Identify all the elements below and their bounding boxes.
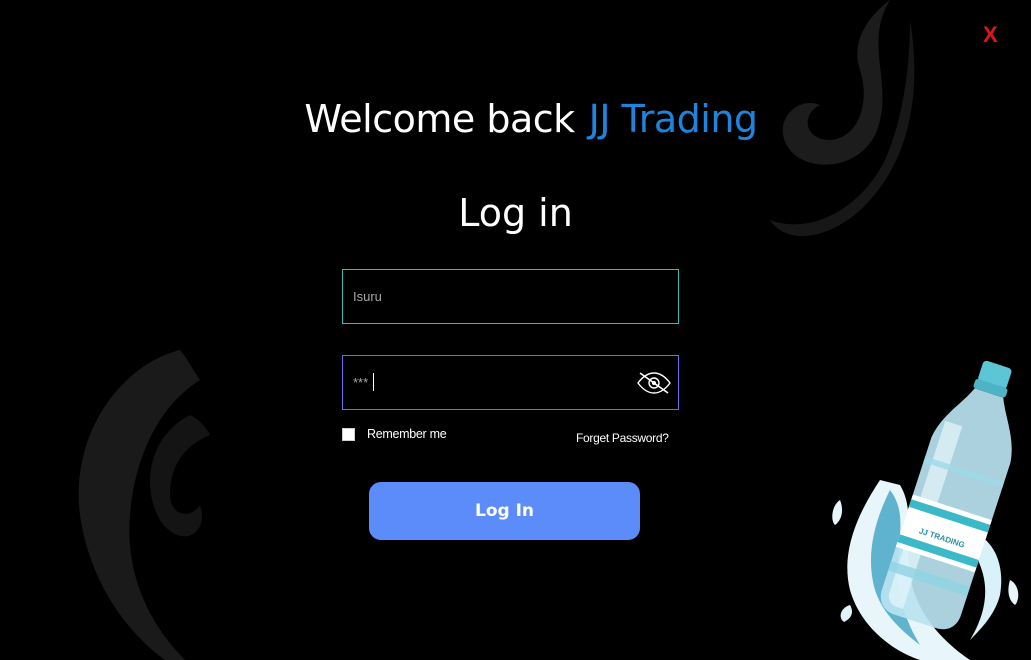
close-button[interactable]: X (983, 22, 998, 48)
welcome-heading: Welcome back JJ Trading (0, 96, 1031, 142)
remember-me-checkbox[interactable] (342, 427, 355, 441)
brand-name: JJ Trading (588, 97, 758, 141)
text-caret (373, 373, 374, 391)
login-button[interactable]: Log In (369, 482, 640, 540)
water-bottle-illustration: JJ TRADING (832, 360, 1019, 660)
username-field[interactable] (342, 269, 679, 324)
remember-me-label: Remember me (367, 427, 447, 441)
welcome-text: Welcome back (304, 97, 575, 141)
login-title: Log in (458, 191, 573, 235)
swirl-decoration-left (78, 350, 210, 660)
remember-me[interactable]: Remember me (342, 427, 447, 441)
username-input[interactable] (353, 270, 623, 323)
eye-slash-icon[interactable] (636, 370, 672, 396)
forget-password-link[interactable]: Forget Password? (576, 431, 669, 445)
password-input[interactable]: *** (353, 375, 368, 390)
password-field[interactable]: *** (342, 355, 679, 410)
